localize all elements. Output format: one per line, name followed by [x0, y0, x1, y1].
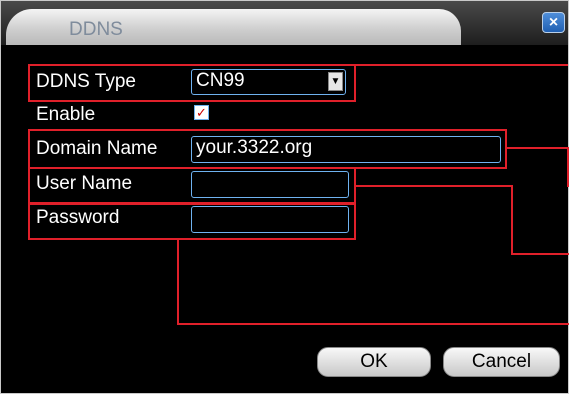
ok-button[interactable]: OK — [317, 347, 431, 377]
annotation-line-user-name-v — [511, 185, 513, 255]
annotation-line-ddns-type — [355, 64, 568, 66]
annotation-box-user-name — [28, 167, 356, 205]
cancel-button[interactable]: Cancel — [443, 347, 560, 377]
annotation-line-password-h — [177, 323, 569, 325]
annotation-box-password — [28, 202, 356, 240]
enable-label: Enable — [36, 104, 96, 125]
annotation-box-ddns-type — [28, 64, 356, 102]
ddns-dialog: DDNS × DDNS Type CN99 ▼ Enable ✓ Domain … — [0, 0, 569, 394]
close-icon: × — [548, 13, 559, 31]
annotation-line-user-name-h2 — [511, 253, 569, 255]
annotation-line-user-name-h1 — [355, 185, 513, 187]
close-button[interactable]: × — [542, 12, 565, 33]
title-bar: DDNS × — [1, 1, 568, 45]
annotation-line-domain-name-h — [506, 147, 569, 149]
annotation-line-password-v — [177, 239, 179, 325]
check-icon: ✓ — [196, 105, 207, 120]
dialog-title: DDNS — [69, 19, 123, 40]
enable-checkbox[interactable]: ✓ — [194, 105, 209, 120]
annotation-box-domain-name — [28, 129, 507, 169]
